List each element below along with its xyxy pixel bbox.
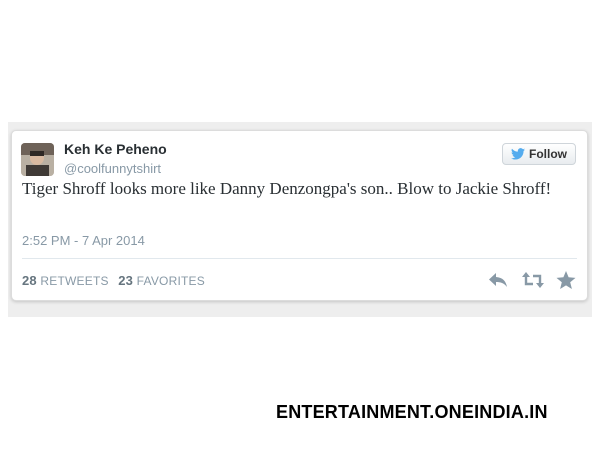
retweets-stat[interactable]: 28 RETWEETS [22,273,112,288]
tweet-text: Tiger Shroff looks more like Danny Denzo… [22,179,552,198]
watermark: ENTERTAINMENT.ONEINDIA.IN [276,402,548,422]
tweet-stats: 28 RETWEETS 23 FAVORITES [22,273,211,288]
profile-photo-icon [21,143,54,176]
twitter-bird-icon [511,148,525,160]
follow-label: Follow [529,147,567,161]
favorites-count: 23 [118,273,134,288]
tweet-timestamp[interactable]: 2:52 PM - 7 Apr 2014 [22,233,145,248]
favorites-label: FAVORITES [136,274,205,288]
reply-icon[interactable] [488,271,508,289]
divider [22,258,577,259]
author-handle[interactable]: @coolfunnytshirt [64,161,161,176]
favorite-icon[interactable] [556,271,576,289]
retweets-label: RETWEETS [40,274,109,288]
follow-button[interactable]: Follow [502,143,576,165]
favorites-stat[interactable]: 23 FAVORITES [118,273,205,288]
retweet-icon[interactable] [522,271,544,289]
retweets-count: 28 [22,273,37,288]
author-name[interactable]: Keh Ke Peheno [64,141,167,157]
tweet-card: Keh Ke Peheno @coolfunnytshirt Follow Ti… [11,130,588,301]
avatar[interactable] [21,143,54,176]
tweet-actions [488,271,576,289]
